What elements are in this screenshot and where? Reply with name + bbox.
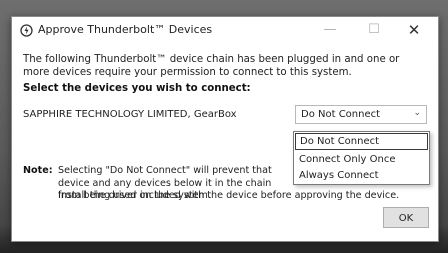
maximize-button[interactable]: ☐	[354, 17, 394, 43]
connect-option-dropdown-list: Do Not Connect Connect Only Once Always …	[293, 131, 430, 185]
minimize-button[interactable]: —	[310, 17, 350, 43]
note-driver-text: Install the driver included with the dev…	[58, 190, 400, 201]
option-always-connect[interactable]: Always Connect	[295, 167, 428, 184]
option-connect-only-once[interactable]: Connect Only Once	[295, 151, 428, 168]
title-bar: Approve Thunderbolt™ Devices — ☐ ✕	[12, 17, 438, 43]
select-heading: Select the devices you wish to connect:	[23, 83, 251, 94]
option-do-not-connect[interactable]: Do Not Connect	[295, 133, 428, 150]
thunderbolt-icon	[20, 24, 33, 37]
connect-option-combobox[interactable]: Do Not Connect ⌄	[295, 105, 427, 124]
note-label: Note:	[23, 165, 53, 176]
chevron-down-icon: ⌄	[413, 108, 421, 118]
combobox-value: Do Not Connect	[301, 109, 381, 120]
window-title: Approve Thunderbolt™ Devices	[38, 23, 213, 36]
description-text: The following Thunderbolt™ device chain …	[23, 54, 400, 78]
device-name: SAPPHIRE TECHNOLOGY LIMITED, GearBox	[23, 109, 237, 120]
close-button[interactable]: ✕	[394, 17, 434, 43]
approve-thunderbolt-dialog: Approve Thunderbolt™ Devices — ☐ ✕ The f…	[11, 16, 439, 242]
ok-button[interactable]: OK	[383, 207, 429, 228]
